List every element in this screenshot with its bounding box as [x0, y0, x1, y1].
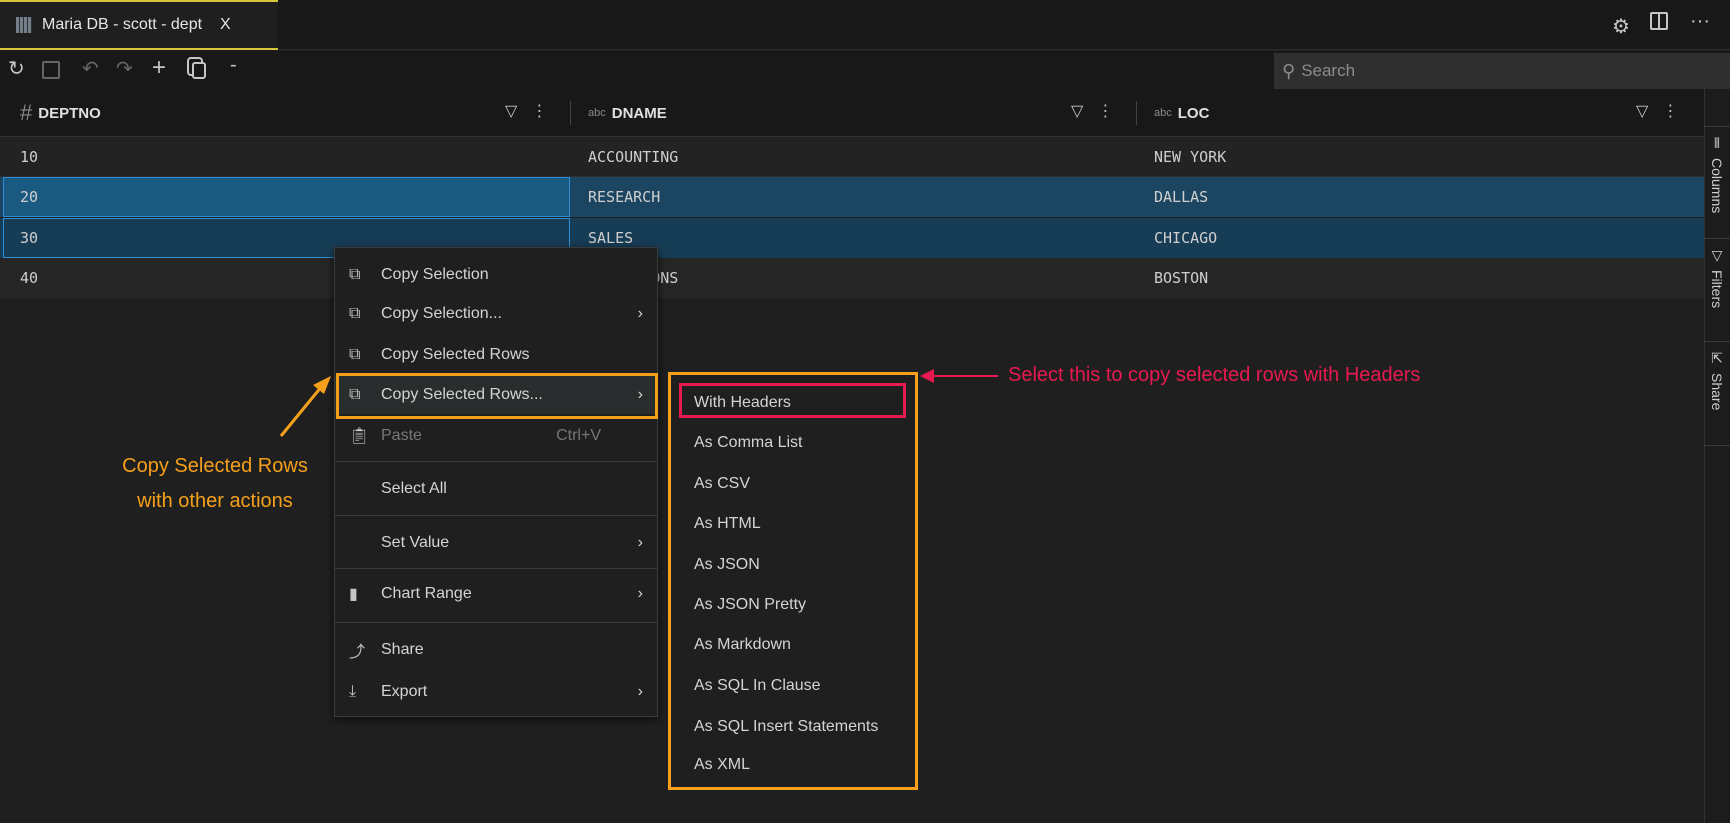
red-arrowhead — [920, 369, 934, 383]
annotation-text: Select this to copy selected rows with H… — [1008, 364, 1421, 386]
annotation-arrows — [279, 369, 998, 437]
orange-arrowhead — [313, 376, 331, 394]
orange-arrow-line — [279, 385, 324, 437]
